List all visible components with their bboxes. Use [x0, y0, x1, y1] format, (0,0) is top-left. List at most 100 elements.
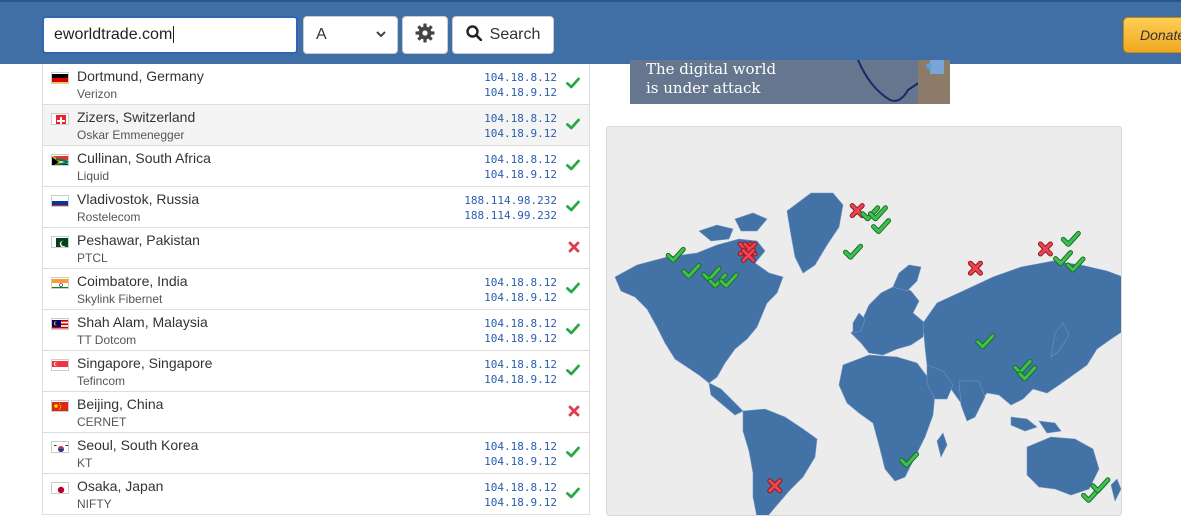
- flag-za-icon: [51, 154, 69, 166]
- result-location: Osaka, Japan: [77, 478, 164, 494]
- text-cursor: [173, 26, 175, 43]
- result-row[interactable]: Singapore, Singapore Tefincom 104.18.8.12 1…: [43, 351, 589, 392]
- result-ip[interactable]: 188.114.98.232: [464, 193, 557, 208]
- donate-button-label: Donate: [1140, 27, 1181, 43]
- result-location: Vladivostok, Russia: [77, 191, 200, 207]
- result-row[interactable]: Beijing, China CERNET: [43, 392, 589, 433]
- result-ip[interactable]: 104.18.9.12: [484, 372, 557, 387]
- map-check-marker: [1060, 230, 1081, 247]
- result-ip[interactable]: 104.18.9.12: [484, 126, 557, 141]
- map-cross-marker: [740, 247, 756, 263]
- check-icon: [566, 445, 580, 462]
- result-isp: Liquid: [77, 169, 110, 183]
- result-row[interactable]: Osaka, Japan NIFTY 104.18.8.12 104.18.9.12: [43, 474, 589, 515]
- result-location: Zizers, Switzerland: [77, 109, 196, 125]
- result-ip[interactable]: 104.18.8.12: [484, 316, 557, 331]
- result-ips: 188.114.98.232 188.114.99.232: [464, 193, 557, 223]
- flag-in-icon: [51, 277, 69, 289]
- result-location: Shah Alam, Malaysia: [77, 314, 208, 330]
- search-button[interactable]: Search: [452, 16, 554, 54]
- result-row[interactable]: Vladivostok, Russia Rostelecom 188.114.98.…: [43, 187, 589, 228]
- result-ip[interactable]: 104.18.9.12: [484, 167, 557, 182]
- settings-button[interactable]: [402, 16, 448, 54]
- map-check-marker: [1090, 477, 1111, 494]
- result-row[interactable]: Cullinan, South Africa Liquid 104.18.8.12 1…: [43, 146, 589, 187]
- result-ip[interactable]: 104.18.8.12: [484, 357, 557, 372]
- world-map: [614, 192, 1121, 515]
- gear-icon: [415, 23, 435, 48]
- result-location: Beijing, China: [77, 396, 164, 412]
- check-icon: [566, 486, 580, 503]
- record-type-value: A: [316, 26, 327, 43]
- map-check-marker: [871, 218, 892, 235]
- result-isp: Verizon: [77, 87, 118, 101]
- result-ip[interactable]: 188.114.99.232: [464, 208, 557, 223]
- map-cross-marker: [967, 260, 983, 276]
- result-ip[interactable]: 104.18.9.12: [484, 290, 557, 305]
- result-ip[interactable]: 104.18.8.12: [484, 275, 557, 290]
- map-cross-marker: [767, 478, 783, 494]
- cross-icon: [568, 404, 580, 421]
- result-ip[interactable]: 104.18.9.12: [484, 331, 557, 346]
- search-button-label: Search: [489, 26, 541, 43]
- result-ips: 104.18.8.12 104.18.9.12: [484, 111, 557, 141]
- check-icon: [566, 322, 580, 339]
- ad-line-1: The digital world: [646, 60, 777, 78]
- result-location: Coimbatore, India: [77, 273, 188, 289]
- result-row[interactable]: Peshawar, Pakistan PTCL: [43, 228, 589, 269]
- result-isp: NIFTY: [77, 497, 112, 511]
- flag-de-icon: [51, 72, 69, 84]
- flag-cn-icon: [51, 400, 69, 412]
- record-type-select[interactable]: A: [303, 16, 398, 54]
- result-ip[interactable]: 104.18.8.12: [484, 152, 557, 167]
- result-row[interactable]: Shah Alam, Malaysia TT Dotcom 104.18.8.12 1…: [43, 310, 589, 351]
- flag-ru-icon: [51, 195, 69, 207]
- result-ip[interactable]: 104.18.9.12: [484, 85, 557, 100]
- result-row[interactable]: Coimbatore, India Skylink Fibernet 104.18.…: [43, 269, 589, 310]
- result-ips: 104.18.8.12 104.18.9.12: [484, 439, 557, 469]
- world-map-panel: [606, 126, 1122, 516]
- result-ips: 104.18.8.12 104.18.9.12: [484, 70, 557, 100]
- result-isp: PTCL: [77, 251, 108, 265]
- result-isp: CERNET: [77, 415, 127, 429]
- check-icon: [566, 281, 580, 298]
- result-ip[interactable]: 104.18.8.12: [484, 70, 557, 85]
- flag-ch-icon: [51, 113, 69, 125]
- result-isp: Rostelecom: [77, 210, 141, 224]
- result-row[interactable]: Dortmund, Germany Verizon 104.18.8.12 104.1…: [43, 64, 589, 105]
- chevron-down-icon: [375, 17, 387, 67]
- check-icon: [566, 158, 580, 175]
- result-location: Singapore, Singapore: [77, 355, 213, 371]
- search-icon: [465, 24, 482, 46]
- top-toolbar: eworldtrade.com A Search Donate: [0, 0, 1181, 64]
- result-ip[interactable]: 104.18.8.12: [484, 111, 557, 126]
- result-isp: TT Dotcom: [77, 333, 137, 347]
- advertisement-banner[interactable]: The digital world is under attack: [630, 60, 950, 104]
- result-location: Dortmund, Germany: [77, 68, 204, 84]
- result-row[interactable]: Seoul, South Korea KT 104.18.8.12 104.18.9.…: [43, 433, 589, 474]
- result-isp: Tefincom: [77, 374, 126, 388]
- flag-my-icon: [51, 318, 69, 330]
- check-icon: [566, 363, 580, 380]
- check-icon: [566, 117, 580, 134]
- result-row[interactable]: Zizers, Switzerland Oskar Emmenegger 104.1…: [43, 105, 589, 146]
- donate-button[interactable]: Donate: [1123, 17, 1181, 53]
- cross-icon: [568, 240, 580, 257]
- map-landmasses: [614, 192, 1121, 515]
- result-ip[interactable]: 104.18.8.12: [484, 439, 557, 454]
- flag-sg-icon: [51, 359, 69, 371]
- map-check-marker: [1053, 250, 1074, 267]
- map-check-marker: [843, 243, 864, 260]
- result-ip[interactable]: 104.18.8.12: [484, 480, 557, 495]
- result-isp: Skylink Fibernet: [77, 292, 163, 306]
- result-location: Cullinan, South Africa: [77, 150, 211, 166]
- ad-text: The digital world is under attack: [646, 60, 776, 98]
- results-list: Dortmund, Germany Verizon 104.18.8.12 104.1…: [42, 64, 590, 515]
- result-ip[interactable]: 104.18.9.12: [484, 454, 557, 469]
- domain-search-input[interactable]: eworldtrade.com: [42, 16, 298, 54]
- check-icon: [566, 199, 580, 216]
- result-ip[interactable]: 104.18.9.12: [484, 495, 557, 510]
- result-ips: 104.18.8.12 104.18.9.12: [484, 316, 557, 346]
- ad-line-2: is under attack: [646, 79, 761, 97]
- flag-kr-icon: [51, 441, 69, 453]
